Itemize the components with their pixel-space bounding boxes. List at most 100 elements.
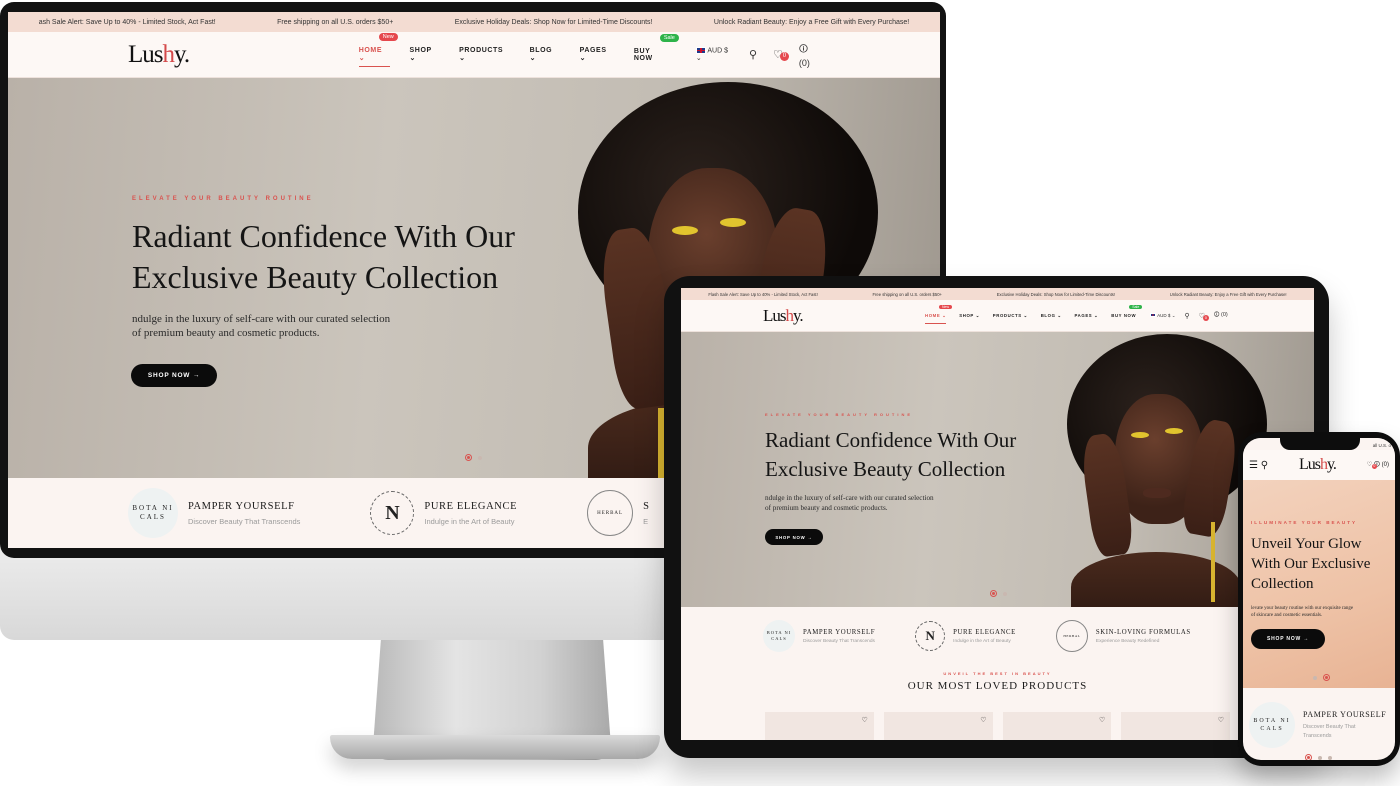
product-card[interactable]: ♡: [1002, 712, 1112, 740]
nav-home[interactable]: HOME ⌄ New: [358, 33, 398, 67]
currency-selector[interactable]: AUD $ ⌄: [1150, 313, 1175, 319]
product-row: ♡ ♡ ♡ ♡: [681, 692, 1314, 740]
search-icon[interactable]: ⚲: [749, 48, 757, 61]
wishlist-count: 0: [779, 52, 789, 61]
announcement-item: Unlock Radiant Beauty: Enjoy a Free Gift…: [1169, 291, 1287, 297]
logo[interactable]: Lushy.: [128, 41, 359, 69]
nav-products[interactable]: PRODUCTS ⌄: [459, 47, 509, 62]
slider-dot[interactable]: [1003, 591, 1007, 596]
announcement-item: Free shipping on all U.S. orders $50+: [872, 291, 942, 297]
nav-tools: AUD $ ⌄ ⚲ ♡ 0 🛈 (0): [1150, 311, 1228, 321]
feature-strip: BOTA NI CALS PAMPER YOURSELF Discover Be…: [681, 607, 1314, 665]
feature-dot-active[interactable]: [1305, 754, 1312, 760]
new-badge: New: [378, 33, 398, 41]
hero-kicker: ILLUMINATE YOUR BEAUTY: [1251, 520, 1358, 525]
nav-shop[interactable]: SHOP ⌄: [959, 313, 980, 319]
wishlist-heart-icon[interactable]: ♡: [1218, 716, 1224, 724]
herbal-logo: HERBAL: [1055, 620, 1088, 652]
hero-title: Radiant Confidence With Our Exclusive Be…: [765, 428, 1017, 481]
nav-pages[interactable]: PAGES ⌄: [580, 47, 614, 62]
slider-dot[interactable]: [478, 455, 482, 460]
announcement-item: Exclusive Holiday Deals: Shop Now for Li…: [454, 18, 653, 26]
hero-slider: ELEVATE YOUR BEAUTY ROUTINE Radiant Conf…: [681, 332, 1314, 607]
nav-tools: AUD $ ⌄ ⚲ ♡ 0 🛈 (0): [695, 42, 820, 68]
slider-dot-active[interactable]: [465, 454, 472, 461]
wishlist-count: 0: [1202, 314, 1209, 321]
slider-dots: [990, 590, 1007, 597]
wishlist-count: 0: [1371, 464, 1377, 469]
hero-kicker: ELEVATE YOUR BEAUTY ROUTINE: [132, 196, 314, 202]
shop-now-button[interactable]: SHOP NOW →: [1251, 629, 1325, 649]
hero-kicker: ELEVATE YOUR BEAUTY ROUTINE: [765, 412, 914, 417]
hero-copy: ndulge in the luxury of self-care with o…: [132, 313, 391, 339]
botanicals-logo: BOTA NI CALS: [763, 620, 795, 652]
logo[interactable]: Lushy.: [1299, 456, 1337, 474]
product-card[interactable]: ♡: [765, 712, 874, 740]
uk-flag-icon: [1150, 313, 1157, 318]
n-monogram-logo: N: [370, 491, 415, 535]
herbal-logo: HERBAL: [587, 490, 634, 536]
wishlist-heart-icon[interactable]: ♡: [1099, 716, 1105, 724]
feature-item: BOTA NI CALS PAMPER YOURSELF Discover Be…: [128, 488, 300, 538]
nav-buy-now[interactable]: BUY NOW Sale: [634, 33, 679, 62]
wishlist-heart-icon[interactable]: ♡: [861, 716, 867, 724]
wishlist-icon[interactable]: ♡ 0: [1199, 312, 1209, 321]
feature-item: N PURE ELEGANCE Indulge in the Art of Be…: [915, 621, 1016, 651]
nav-buy-now[interactable]: BUY NOW Sale: [1111, 305, 1143, 318]
feature-dot[interactable]: [1318, 755, 1322, 760]
product-card[interactable]: ♡: [1121, 712, 1230, 740]
feature-title: PURE ELEGANCE: [424, 500, 518, 512]
wishlist-cart[interactable]: ♡ 0 🛈 (0): [1367, 460, 1389, 470]
slider-dot[interactable]: [1313, 675, 1317, 680]
monitor-base: [330, 735, 660, 759]
feature-title: PURE ELEGANCE: [953, 628, 1016, 636]
hero-title: Radiant Confidence With Our Exclusive Be…: [132, 218, 515, 295]
feature-subtitle: Discover Beauty That Transcends: [188, 516, 301, 526]
announcement-item: Unlock Radiant Beauty: Enjoy a Free Gift…: [713, 18, 910, 26]
botanicals-logo: BOTA NI CALS: [128, 488, 178, 538]
search-icon[interactable]: ⚲: [1184, 312, 1189, 320]
hero-copy: levate your beauty routine with our exqu…: [1251, 606, 1354, 618]
nav-home[interactable]: HOME ⌄ New: [925, 304, 953, 324]
cart-icon[interactable]: 🛈 (0): [1214, 311, 1228, 320]
uk-flag-icon: [695, 46, 706, 54]
announcement-item: Flash Sale Alert: Save Up to 40% - Limit…: [708, 291, 818, 297]
shop-now-button[interactable]: SHOP NOW →: [131, 364, 217, 387]
menu: HOME ⌄ New SHOP ⌄ PRODUCTS ⌄ BLOG ⌄ PAGE…: [925, 304, 1143, 324]
slider-dot-active[interactable]: [990, 590, 997, 597]
feature-subtitle: Indulge in the Art of Beauty: [424, 516, 515, 526]
slider-dots: [465, 454, 482, 461]
announcement-bar: Flash Sale Alert: Save Up to 40% - Limit…: [681, 288, 1314, 300]
nav-blog[interactable]: BLOG ⌄: [1041, 313, 1062, 319]
cart-icon[interactable]: 🛈 (0): [799, 42, 820, 68]
nav-blog[interactable]: BLOG ⌄: [530, 47, 560, 62]
feature-item: N PURE ELEGANCE Indulge in the Art of Be…: [370, 491, 517, 535]
hero-title: Unveil Your Glow With Our Exclusive Coll…: [1251, 536, 1371, 592]
sale-badge: Sale: [659, 33, 679, 42]
feature-item: HERBAL SKIN-LOVING FORMULAS Experience B…: [1055, 620, 1191, 652]
n-monogram-logo: N: [915, 621, 946, 651]
announcement-bar: ash Sale Alert: Save Up to 40% - Limited…: [8, 12, 940, 32]
main-nav: Lushy. HOME ⌄ New SHOP ⌄ PRODUCTS ⌄ BLOG…: [681, 300, 1314, 332]
feature-dot[interactable]: [1328, 755, 1332, 760]
slider-dot-active[interactable]: [1323, 674, 1330, 681]
announcement-item: Free shipping on all U.S. orders $50+: [277, 18, 394, 26]
mobile-hero: ILLUMINATE YOUR BEAUTY Unveil Your Glow …: [1243, 480, 1395, 688]
feature-dots: [1305, 754, 1332, 760]
logo[interactable]: Lushy.: [763, 306, 925, 326]
menu-icon[interactable]: ☰ ⚲: [1249, 460, 1268, 471]
wishlist-heart-icon[interactable]: ♡: [980, 716, 986, 724]
feature-item: HERBAL S E: [587, 490, 649, 536]
feature-subtitle: Experience Beauty Redefined: [1095, 638, 1160, 644]
announcement-item: ash Sale Alert: Save Up to 40% - Limited…: [38, 18, 216, 26]
product-card[interactable]: ♡: [883, 712, 993, 740]
nav-products[interactable]: PRODUCTS ⌄: [993, 313, 1028, 319]
shop-now-button[interactable]: SHOP NOW →: [765, 529, 823, 545]
feature-subtitle: Indulge in the Art of Beauty: [953, 638, 1011, 644]
mobile-site: all U.S. o ☰ ⚲ Lushy. ♡ 0 🛈 (0) ILLUMINAT…: [1243, 438, 1395, 760]
tablet-site: Flash Sale Alert: Save Up to 40% - Limit…: [681, 288, 1314, 740]
wishlist-icon[interactable]: ♡ 0: [773, 48, 789, 61]
nav-shop[interactable]: SHOP ⌄: [410, 47, 440, 62]
currency-selector[interactable]: AUD $ ⌄: [695, 46, 733, 62]
nav-pages[interactable]: PAGES ⌄: [1075, 313, 1099, 319]
